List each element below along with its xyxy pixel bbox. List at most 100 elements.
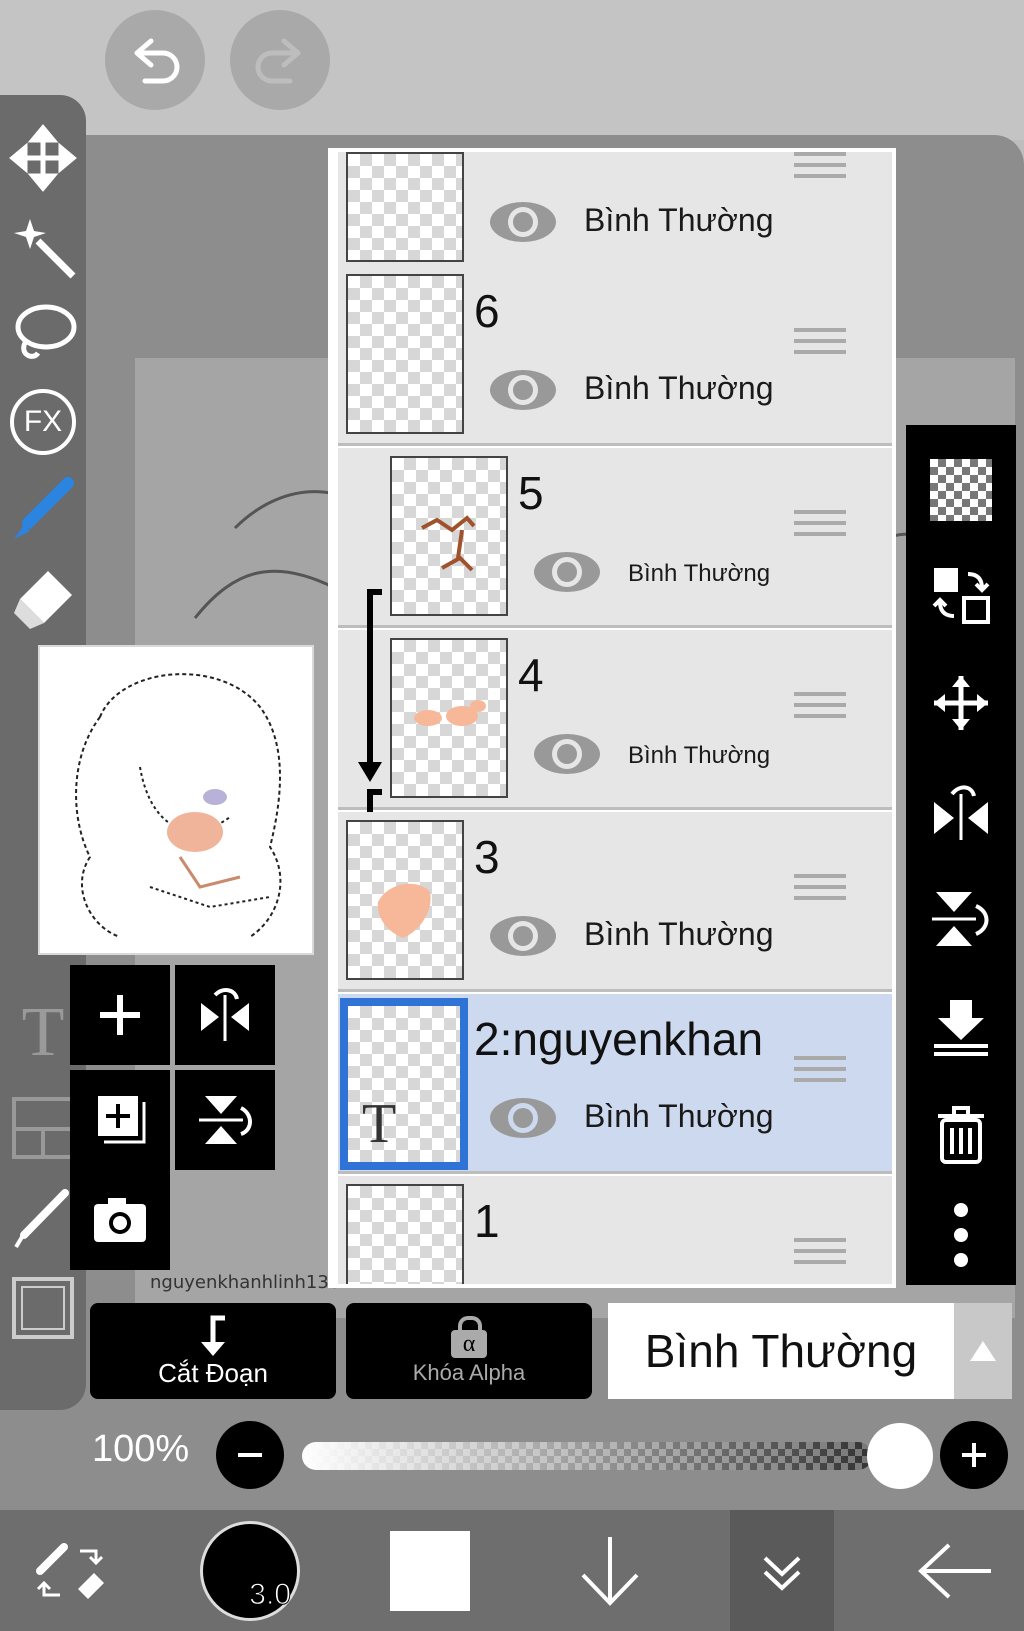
layer-thumbnail [346, 1184, 464, 1284]
redo-button[interactable] [230, 10, 330, 110]
color-button[interactable] [380, 1510, 480, 1631]
eye-icon[interactable] [488, 200, 558, 244]
eye-icon[interactable] [488, 368, 558, 412]
flip-horizontal-icon [934, 785, 988, 840]
bottom-toolbar [0, 1510, 1024, 1631]
swap-icon [932, 568, 990, 624]
opacity-decrease-button[interactable] [216, 1421, 284, 1489]
watermark-text: nguyenkhanhlinh138 [150, 1272, 341, 1293]
move-tool[interactable] [0, 115, 86, 201]
layer-name: 3 [474, 831, 500, 883]
flip-layer-vertical-button[interactable] [906, 869, 1016, 969]
merge-down-button[interactable] [906, 977, 1016, 1077]
drag-handle-icon[interactable] [794, 692, 846, 722]
magic-wand-icon [14, 219, 76, 279]
eye-icon[interactable] [532, 550, 602, 594]
swap-tool-button[interactable] [20, 1510, 120, 1631]
more-options-button[interactable] [906, 1185, 1016, 1285]
layer-name: 2:nguyenkhan [474, 1013, 764, 1065]
right-toolbar [906, 425, 1016, 1285]
drag-handle-icon[interactable] [794, 328, 846, 358]
checker-icon [930, 459, 992, 521]
back-button[interactable] [900, 1510, 1010, 1631]
brush-size-indicator: 3.0 [200, 1520, 300, 1621]
drag-handle-icon[interactable] [794, 874, 846, 904]
opacity-increase-button[interactable] [940, 1421, 1008, 1489]
layer-blend-mode: Bình Thường [628, 742, 771, 769]
opacity-slider[interactable] [302, 1442, 872, 1470]
flip-vertical-icon [199, 1096, 252, 1144]
opacity-value: 100% [92, 1428, 190, 1470]
flip-vertical-button[interactable] [175, 1070, 275, 1170]
flip-horizontal-button[interactable] [175, 965, 275, 1065]
download-button[interactable] [560, 1510, 660, 1631]
eye-icon[interactable] [488, 914, 558, 958]
undo-button[interactable] [105, 10, 205, 110]
layers-panel: Bình Thường 6 Bình Thường 5 Bình Thường … [328, 148, 896, 1288]
eraser-tool[interactable] [0, 555, 86, 641]
trash-icon [938, 1106, 984, 1164]
layer-thumbnail [346, 152, 464, 262]
character-sketch [75, 673, 282, 938]
eraser-icon [14, 571, 72, 629]
lasso-tool[interactable] [0, 291, 86, 377]
swap-layer-button[interactable] [906, 545, 1016, 645]
flip-vertical-icon [932, 892, 989, 946]
magic-wand-tool[interactable] [0, 203, 86, 289]
redo-icon [255, 38, 301, 84]
blend-mode-dropdown-button[interactable] [954, 1303, 1012, 1399]
text-tool-icon: T [21, 994, 65, 1071]
layer-row[interactable]: 1 [338, 1176, 892, 1284]
merge-down-icon [934, 1000, 988, 1056]
flip-horizontal-icon [201, 988, 249, 1041]
eye-icon[interactable] [488, 1096, 558, 1140]
layer-name: 6 [474, 285, 500, 337]
new-transparent-layer-button[interactable] [906, 440, 1016, 540]
clipping-button[interactable]: Cắt Đoạn [90, 1303, 336, 1399]
drag-handle-icon[interactable] [794, 1238, 846, 1268]
delete-layer-button[interactable] [906, 1085, 1016, 1185]
duplicate-layer-button[interactable] [70, 1070, 170, 1170]
text-layer-icon: T [362, 1093, 397, 1155]
chevron-double-down-icon [763, 1556, 801, 1591]
arrow-down-icon [581, 1536, 639, 1606]
layer-row[interactable]: 6 Bình Thường [338, 266, 892, 446]
blend-mode-select[interactable]: Bình Thường [608, 1303, 954, 1399]
brush-tool[interactable] [0, 467, 86, 553]
layer-actions [70, 965, 285, 1270]
layer-row[interactable]: 3 Bình Thường [338, 812, 892, 992]
fx-tool[interactable]: FX [0, 379, 86, 465]
move-icon [9, 124, 77, 192]
clipping-label: Cắt Đoạn [158, 1357, 268, 1388]
drag-handle-icon[interactable] [794, 1056, 846, 1086]
layer-name: 4 [518, 649, 544, 701]
layer-name: 5 [518, 467, 544, 519]
canvas-preview[interactable] [38, 645, 314, 955]
layer-blend-mode: Bình Thường [584, 1098, 774, 1134]
canvas-tool[interactable] [0, 1265, 86, 1351]
flip-layer-horizontal-button[interactable] [906, 761, 1016, 861]
camera-icon [94, 1198, 146, 1242]
layer-blend-mode: Bình Thường [584, 370, 774, 406]
drag-handle-icon[interactable] [794, 510, 846, 540]
eyedropper-icon [14, 1189, 69, 1249]
layers-toggle-button[interactable] [730, 1510, 834, 1631]
add-layer-button[interactable] [70, 965, 170, 1065]
alpha-lock-button[interactable]: α Khóa Alpha [346, 1303, 592, 1399]
plus-icon [100, 995, 140, 1035]
brush-size-button[interactable]: 3.0 [190, 1510, 310, 1631]
triangle-up-icon [970, 1341, 996, 1361]
move-layer-button[interactable] [906, 653, 1016, 753]
eye-icon[interactable] [532, 732, 602, 776]
brush-icon [14, 477, 74, 539]
opacity-slider-knob[interactable] [867, 1423, 933, 1489]
layer-thumbnail [346, 274, 464, 434]
layer-row-selected[interactable]: T 2:nguyenkhan Bình Thường [338, 994, 892, 1174]
layer-row[interactable]: 4 Bình Thường [338, 630, 892, 810]
drag-handle-icon[interactable] [794, 152, 846, 182]
camera-layer-button[interactable] [70, 1170, 170, 1270]
swap-tools-icon [36, 1542, 104, 1599]
layer-blend-mode: Bình Thường [628, 560, 771, 587]
layer-row[interactable]: 5 Bình Thường [338, 448, 892, 628]
layer-thumbnail [390, 456, 508, 616]
